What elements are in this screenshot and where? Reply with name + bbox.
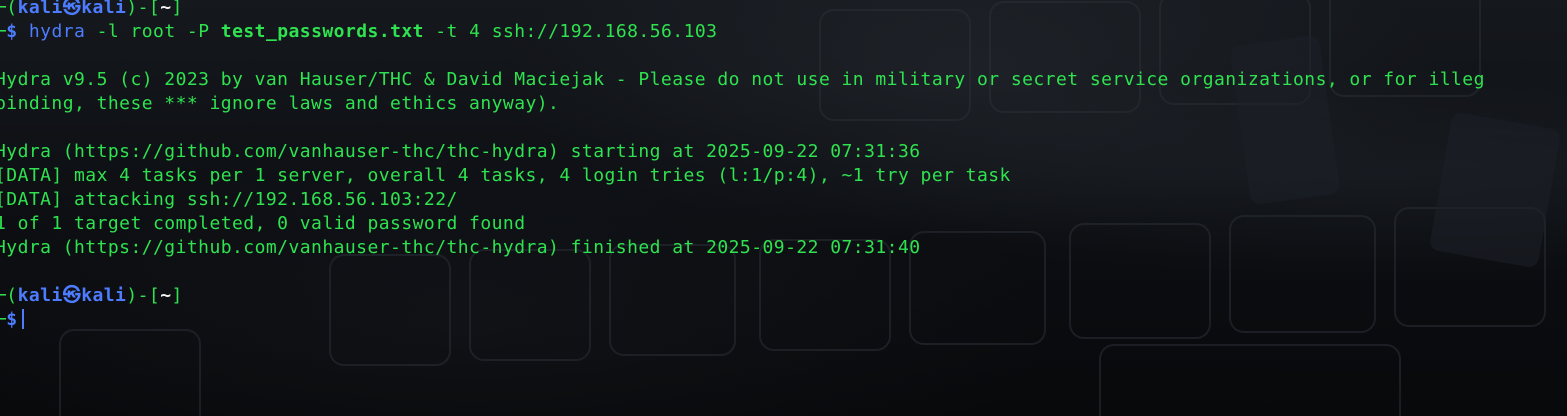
prompt-dollar: $	[6, 309, 18, 330]
output-line: Hydra (https://github.com/vanhauser-thc/…	[0, 141, 921, 162]
prompt-corner: ─(	[0, 0, 18, 18]
prompt-directory: ~	[160, 0, 172, 18]
output-line: [DATA] max 4 tasks per 1 server, overall…	[0, 165, 1011, 186]
command-program: hydra	[28, 21, 86, 42]
terminal-window[interactable]: ─(kali㉿kali)-[~] ─$ hydra -l root -P tes…	[0, 0, 1567, 416]
prompt-separator: )-[	[126, 0, 161, 18]
kali-at-icon: ㉿	[62, 0, 82, 18]
prompt-header: ─(kali㉿kali)-[~]	[0, 285, 183, 307]
prompt-close: ]	[171, 0, 183, 18]
prompt-separator: )-[	[126, 285, 161, 306]
prompt-user: kali	[17, 0, 63, 18]
text-cursor[interactable]	[21, 309, 24, 329]
prompt-corner: ─(	[0, 285, 18, 306]
prompt-user: kali	[17, 285, 63, 306]
prompt-host: kali	[81, 285, 127, 306]
output-line: 1 of 1 target completed, 0 valid passwor…	[0, 213, 526, 234]
output-line: Hydra v9.5 (c) 2023 by van Hauser/THC & …	[0, 69, 1485, 90]
output-line: binding, these *** ignore laws and ethic…	[0, 93, 560, 114]
command-line: ─$ hydra -l root -P test_passwords.txt -…	[0, 21, 717, 43]
command-args-2: -t 4 ssh://192.168.56.103	[435, 21, 718, 42]
command-args-1: -l root -P	[96, 21, 210, 42]
kali-at-icon: ㉿	[62, 285, 82, 306]
input-line[interactable]: ─$	[0, 309, 24, 331]
prompt-dollar: $	[6, 21, 18, 42]
prompt-header: ─(kali㉿kali)-[~]	[0, 0, 183, 19]
command-file: test_passwords.txt	[220, 21, 424, 42]
output-line: Hydra (https://github.com/vanhauser-thc/…	[0, 237, 921, 258]
prompt-close: ]	[171, 285, 183, 306]
prompt-directory: ~	[160, 285, 172, 306]
output-line: [DATA] attacking ssh://192.168.56.103:22…	[0, 189, 458, 210]
terminal-output: ─(kali㉿kali)-[~] ─$ hydra -l root -P tes…	[0, 0, 1567, 416]
prompt-host: kali	[81, 0, 127, 18]
